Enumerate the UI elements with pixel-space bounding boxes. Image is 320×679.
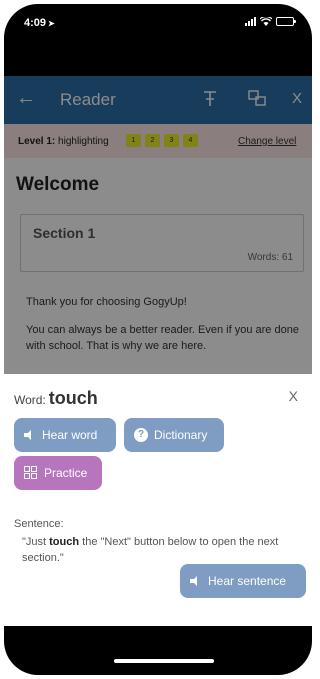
word-header: Word: touch [14, 388, 98, 409]
hear-sentence-label: Hear sentence [208, 574, 287, 588]
speaker-icon [24, 430, 36, 440]
speaker-icon [190, 576, 202, 586]
hear-word-label: Hear word [42, 428, 98, 442]
wifi-icon [260, 17, 272, 26]
hear-sentence-button[interactable]: Hear sentence [180, 564, 306, 598]
word-label: Word: [14, 393, 46, 407]
sentence-part: "Just [22, 536, 50, 548]
status-time-text: 4:09 [24, 17, 47, 29]
practice-icon [24, 466, 38, 480]
selected-word: touch [48, 388, 98, 408]
battery-icon [276, 17, 296, 26]
word-bottom-sheet: Word: touch X Hear word ? Dictionary Prac… [4, 374, 312, 626]
sentence-label: Sentence: [14, 518, 64, 530]
status-bar: 4:09 ➤ [4, 4, 312, 44]
close-sheet-icon[interactable]: X [289, 388, 298, 404]
status-time: 4:09 ➤ [24, 17, 55, 29]
dictionary-label: Dictionary [154, 428, 208, 442]
sentence-highlight: touch [49, 536, 80, 548]
sentence-text: "Just touch the "Next" button below to o… [22, 534, 306, 566]
dictionary-button[interactable]: ? Dictionary [124, 418, 224, 452]
signal-icon [245, 17, 256, 26]
question-icon: ? [134, 428, 148, 442]
home-indicator[interactable] [114, 659, 214, 663]
practice-label: Practice [44, 466, 88, 480]
status-icons [245, 17, 296, 26]
practice-button[interactable]: Practice [14, 456, 102, 490]
phone-frame: 4:09 ➤ ← Reader X Level 1: highlighting … [4, 4, 312, 675]
location-arrow-icon: ➤ [48, 19, 55, 28]
hear-word-button[interactable]: Hear word [14, 418, 116, 452]
reader-screen: ← Reader X Level 1: highlighting 1 2 3 4… [4, 76, 312, 626]
